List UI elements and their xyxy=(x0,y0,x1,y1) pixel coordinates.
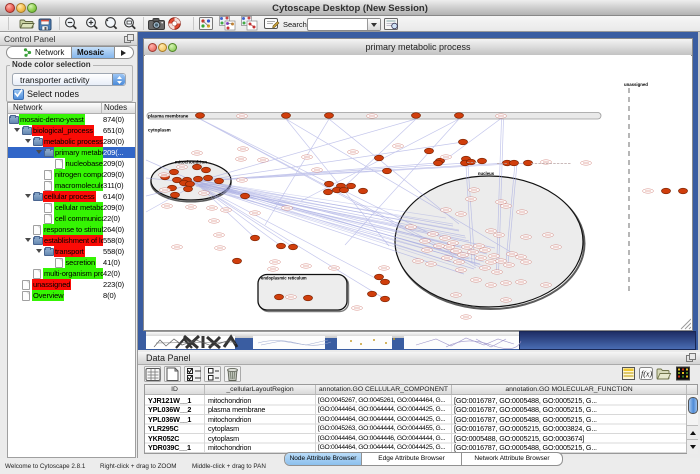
svg-text:mitochondrion: mitochondrion xyxy=(175,160,207,165)
svg-text:cytoplasm: cytoplasm xyxy=(148,128,171,133)
svg-text:f(x): f(x) xyxy=(641,370,652,379)
svg-text:nucleus: nucleus xyxy=(478,171,495,176)
svg-text:unassigned: unassigned xyxy=(624,82,648,87)
svg-text:plasma membrane: plasma membrane xyxy=(148,114,189,119)
svg-text:endoplasmic reticulum: endoplasmic reticulum xyxy=(261,276,307,281)
